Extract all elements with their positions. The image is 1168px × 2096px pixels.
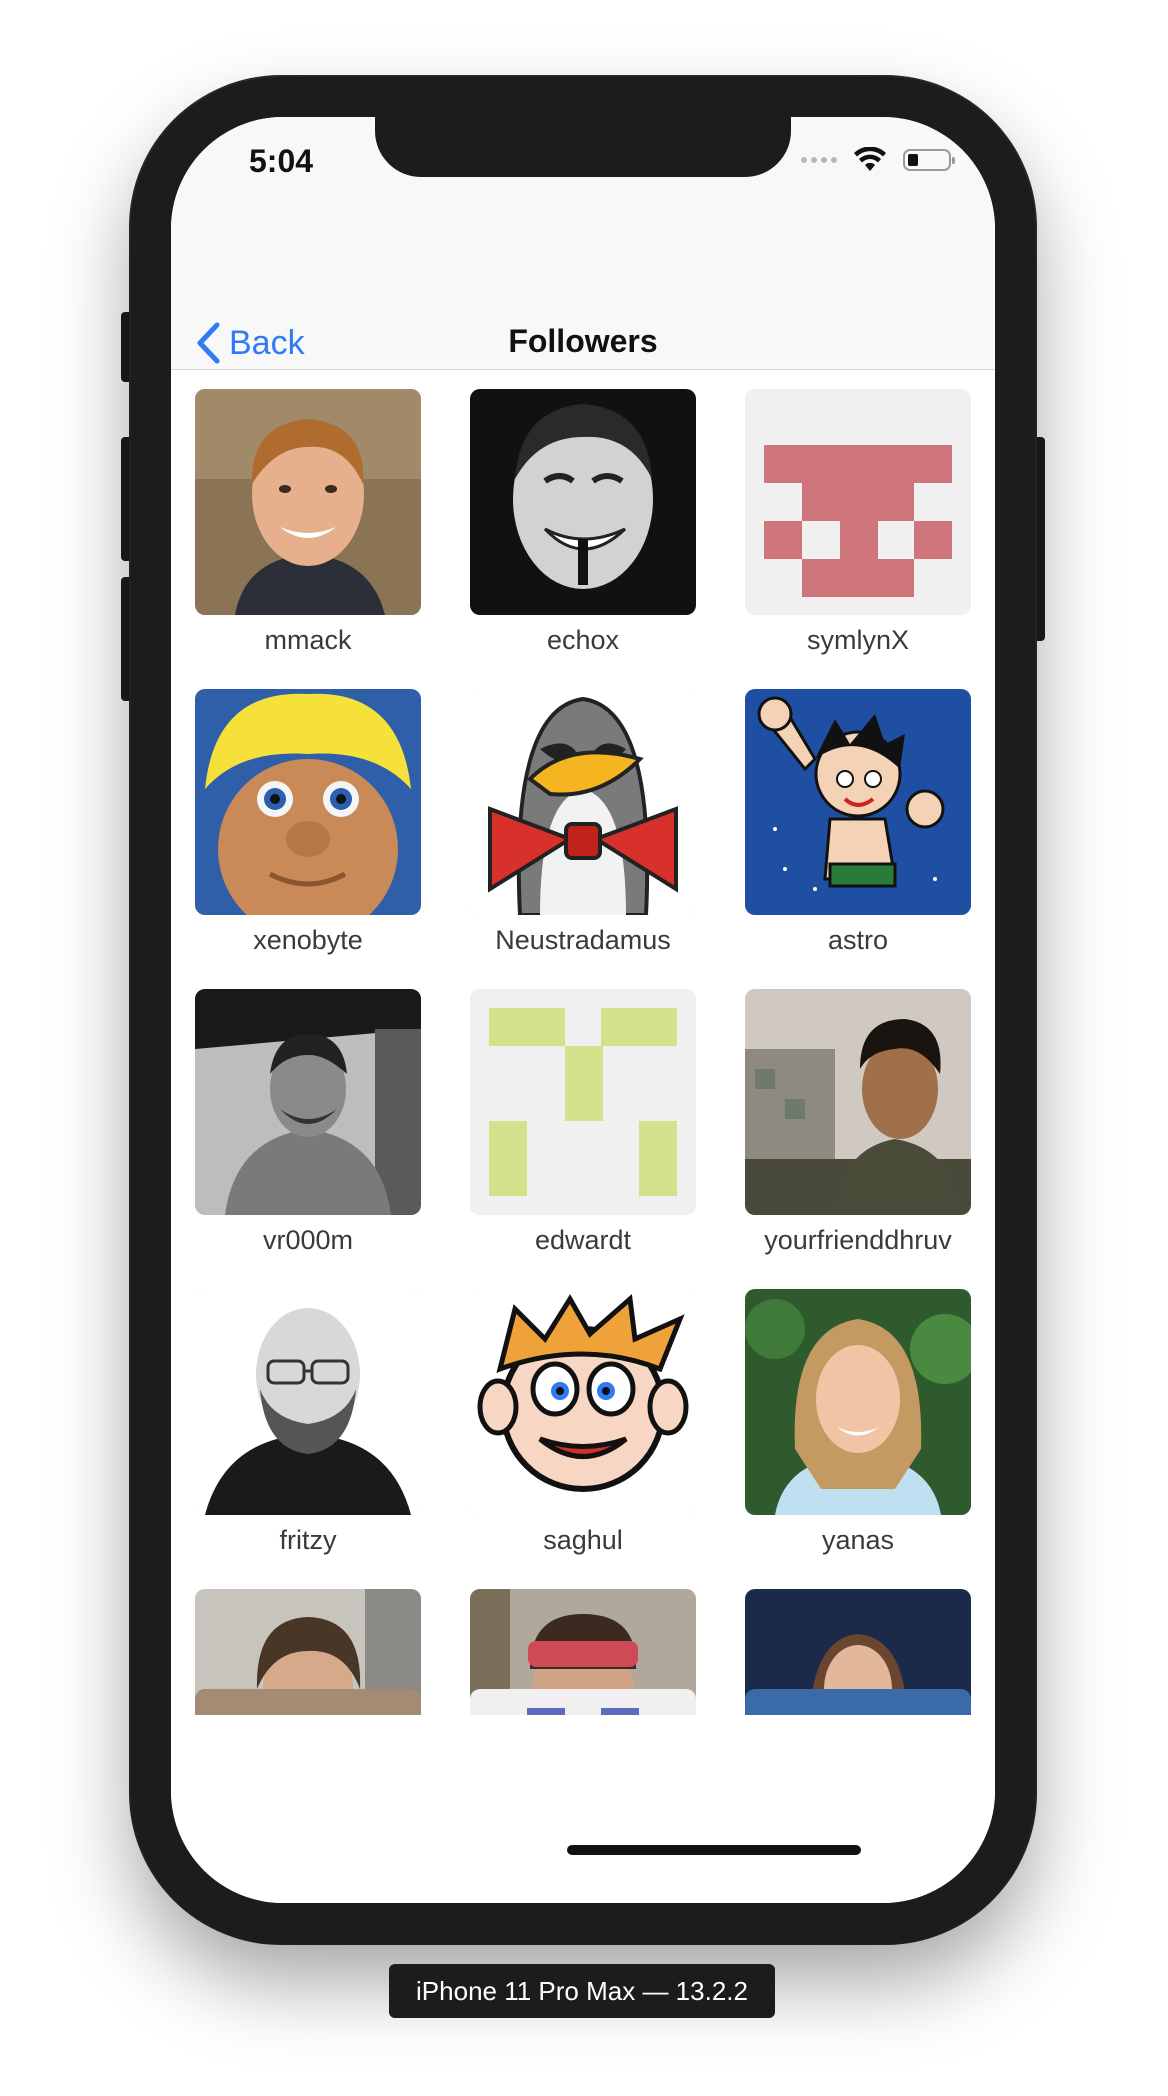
battery-icon bbox=[903, 149, 955, 171]
follower-cell[interactable]: edwardt bbox=[470, 989, 696, 1289]
device-frame: 5:04 Back Followers mmack echox symlynX … bbox=[131, 77, 1035, 1943]
avatar-identicon-pink bbox=[745, 389, 971, 615]
followers-grid-next-row bbox=[195, 1689, 971, 1715]
username: xenobyte bbox=[253, 925, 363, 955]
home-indicator[interactable] bbox=[567, 1845, 861, 1855]
device-screen: 5:04 Back Followers mmack echox symlynX … bbox=[171, 117, 995, 1903]
avatar-identicon-green bbox=[470, 989, 696, 1215]
avatar-partial bbox=[745, 1689, 971, 1715]
cellular-signal-icon bbox=[801, 157, 837, 163]
username: yourfrienddhruv bbox=[764, 1225, 952, 1255]
avatar-penguin-bowtie bbox=[470, 689, 696, 915]
avatar-photo-man-balcony bbox=[745, 989, 971, 1215]
avatar-astro-boy bbox=[745, 689, 971, 915]
follower-cell[interactable]: astro bbox=[745, 689, 971, 989]
navigation-divider bbox=[171, 369, 995, 370]
status-indicators bbox=[801, 147, 955, 173]
username: edwardt bbox=[534, 1225, 632, 1255]
username: saghul bbox=[543, 1525, 623, 1555]
follower-cell[interactable]: xenobyte bbox=[195, 689, 421, 989]
follower-cell[interactable]: saghul bbox=[470, 1289, 696, 1589]
status-time: 5:04 bbox=[249, 143, 314, 179]
avatar-troll-doll bbox=[195, 689, 421, 915]
device-notch bbox=[375, 117, 791, 177]
avatar-photo-bw-man-pipe bbox=[470, 389, 696, 615]
avatar-photo-bw-man bbox=[195, 989, 421, 1215]
page-title: Followers bbox=[508, 323, 658, 359]
username: yanas bbox=[821, 1525, 895, 1555]
bottom-safe-area bbox=[171, 1715, 995, 1903]
username: echox bbox=[546, 625, 620, 655]
follower-cell[interactable]: Neustradamus bbox=[470, 689, 696, 989]
follower-cell[interactable]: echox bbox=[470, 389, 696, 689]
follower-cell[interactable]: yourfrienddhruv bbox=[745, 989, 971, 1289]
username: mmack bbox=[264, 625, 352, 655]
device-label: iPhone 11 Pro Max — 13.2.2 bbox=[389, 1964, 775, 2018]
username: symlynX bbox=[806, 625, 909, 655]
avatar-partial bbox=[195, 1689, 421, 1715]
follower-cell[interactable]: vr000m bbox=[195, 989, 421, 1289]
username: vr000m bbox=[262, 1225, 354, 1255]
followers-grid: mmack echox symlynX xenobyte Neustradamu… bbox=[195, 389, 971, 1889]
wifi-icon bbox=[854, 147, 886, 171]
username: Neustradamus bbox=[495, 925, 671, 955]
follower-cell[interactable]: mmack bbox=[195, 389, 421, 689]
follower-cell[interactable]: fritzy bbox=[195, 1289, 421, 1589]
avatar-cartoon-face bbox=[470, 1289, 696, 1515]
avatar-photo-woman-smiling bbox=[745, 1289, 971, 1515]
avatar-photo-bald-man-glasses bbox=[195, 1289, 421, 1515]
follower-cell[interactable]: yanas bbox=[745, 1289, 971, 1589]
username: astro bbox=[827, 925, 889, 955]
avatar-photo-man-smiling bbox=[195, 389, 421, 615]
follower-cell[interactable]: symlynX bbox=[745, 389, 971, 689]
username: fritzy bbox=[279, 1525, 337, 1555]
avatar-partial-identicon-blue bbox=[470, 1689, 696, 1715]
